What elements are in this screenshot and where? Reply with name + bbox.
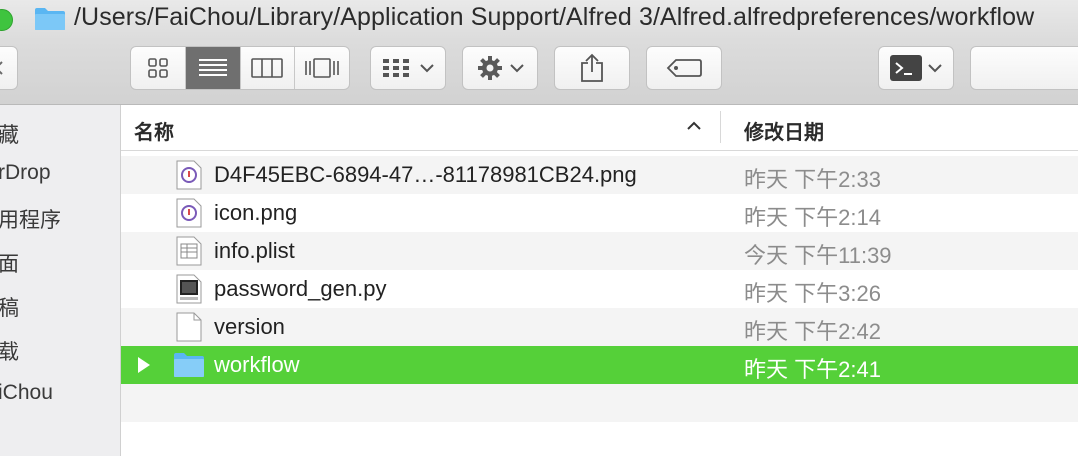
share-button[interactable]	[554, 46, 630, 90]
table-row[interactable]: info.plist 今天 下午11:39	[121, 232, 1078, 270]
gear-icon	[478, 56, 502, 80]
sidebar-item[interactable]: 藏	[0, 119, 19, 149]
file-date: 昨天 下午2:33	[744, 167, 881, 192]
share-icon	[581, 53, 603, 82]
column-view-button[interactable]	[241, 47, 296, 89]
column-divider[interactable]	[720, 111, 721, 143]
file-name: D4F45EBC-6894-47…-81178981CB24.png	[214, 162, 637, 187]
list-view-button[interactable]	[185, 47, 241, 89]
terminal-icon	[890, 55, 922, 81]
file-date: 昨天 下午2:41	[744, 357, 881, 382]
arrange-icon	[383, 59, 409, 77]
png-file-icon	[176, 198, 202, 228]
sidebar: 藏 rDrop 用程序 面 稿 载 iChou	[0, 105, 121, 456]
title-bar: /Users/FaiChou/Library/Application Suppo…	[0, 0, 1078, 40]
file-name: info.plist	[214, 238, 295, 263]
file-name: version	[214, 314, 285, 339]
table-row[interactable]: D4F45EBC-6894-47…-81178981CB24.png 昨天 下午…	[121, 156, 1078, 194]
window-title-path: /Users/FaiChou/Library/Application Suppo…	[74, 3, 1035, 31]
chevron-down-icon	[928, 64, 942, 73]
sidebar-item-downloads[interactable]: 载	[0, 336, 19, 366]
view-mode-control[interactable]	[130, 46, 350, 90]
chevron-down-icon	[510, 64, 524, 73]
toolbar	[0, 40, 1078, 105]
tags-button[interactable]	[646, 46, 722, 90]
sidebar-item-home[interactable]: iChou	[0, 381, 53, 405]
sidebar-item-desktop[interactable]: 面	[0, 248, 19, 278]
cover-flow-button[interactable]	[295, 47, 349, 89]
table-row-selected[interactable]: workflow 昨天 下午2:41	[121, 346, 1078, 384]
columns-icon	[251, 58, 284, 78]
chevron-left-icon	[0, 61, 3, 75]
action-menu-button[interactable]	[462, 46, 538, 90]
column-header-name[interactable]: 名称	[134, 116, 174, 145]
file-date: 昨天 下午3:26	[744, 281, 881, 306]
terminal-menu-button[interactable]	[878, 46, 954, 90]
file-date: 昨天 下午2:42	[744, 319, 881, 344]
file-date: 今天 下午11:39	[744, 243, 892, 268]
file-list: 名称 修改日期 D4F45EBC-6894-47…-81178981CB24.p…	[121, 105, 1078, 456]
empty-row	[121, 384, 1078, 422]
table-row[interactable]: version 昨天 下午2:42	[121, 308, 1078, 346]
sidebar-item-documents[interactable]: 稿	[0, 292, 19, 322]
list-header: 名称 修改日期	[121, 105, 1078, 151]
python-file-icon	[176, 274, 202, 304]
plist-file-icon	[176, 236, 202, 266]
chevron-down-icon	[420, 64, 434, 73]
search-field[interactable]	[970, 46, 1078, 90]
sidebar-item-applications[interactable]: 用程序	[0, 204, 61, 234]
cover-flow-icon	[305, 58, 339, 78]
zoom-button[interactable]	[0, 9, 13, 31]
file-date: 昨天 下午2:14	[744, 205, 881, 230]
blank-file-icon	[176, 312, 202, 342]
chevron-up-icon[interactable]	[687, 121, 701, 131]
column-header-date[interactable]: 修改日期	[744, 116, 824, 145]
grid-icon	[148, 58, 168, 78]
sidebar-item-airdrop[interactable]: rDrop	[0, 161, 51, 185]
file-name: icon.png	[214, 200, 298, 225]
file-name: password_gen.py	[214, 276, 387, 301]
table-row[interactable]: password_gen.py 昨天 下午3:26	[121, 270, 1078, 308]
table-row[interactable]: icon.png 昨天 下午2:14	[121, 194, 1078, 232]
list-icon	[198, 59, 227, 76]
arrange-menu-button[interactable]	[370, 46, 446, 90]
folder-icon	[35, 8, 65, 30]
back-button[interactable]	[0, 46, 18, 90]
tag-icon	[666, 59, 702, 77]
folder-icon	[174, 353, 204, 377]
disclosure-triangle-icon[interactable]	[137, 356, 151, 374]
file-name: workflow	[214, 352, 300, 377]
icon-view-button[interactable]	[131, 47, 186, 89]
png-file-icon	[176, 160, 202, 190]
